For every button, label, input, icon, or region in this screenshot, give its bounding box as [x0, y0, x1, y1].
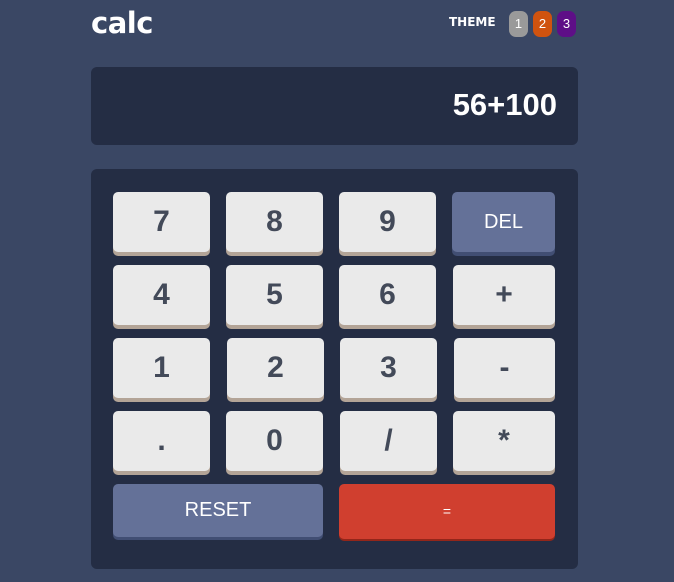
theme-3-button[interactable]: 3 [557, 11, 576, 37]
key-decimal[interactable]: . [113, 411, 210, 471]
reset-button[interactable]: RESET [113, 484, 323, 537]
display-value: 56+100 [452, 87, 557, 122]
key-2[interactable]: 2 [227, 338, 324, 398]
key-minus[interactable]: - [454, 338, 555, 398]
theme-2-button[interactable]: 2 [533, 11, 552, 37]
key-plus[interactable]: + [453, 265, 555, 325]
key-7[interactable]: 7 [113, 192, 210, 252]
key-divide[interactable]: / [340, 411, 437, 471]
calculator-app: calc THEME 1 2 3 56+100 7 8 9 DEL 4 5 6 … [0, 0, 674, 582]
key-5[interactable]: 5 [226, 265, 323, 325]
header: calc THEME 1 2 3 [91, 6, 578, 42]
key-multiply[interactable]: * [453, 411, 555, 471]
theme-label: THEME [449, 15, 496, 29]
key-0[interactable]: 0 [226, 411, 323, 471]
calculator-display: 56+100 [91, 67, 578, 145]
keypad: 7 8 9 DEL 4 5 6 + 1 2 3 - . 0 / * RESET … [91, 169, 578, 569]
key-3[interactable]: 3 [340, 338, 437, 398]
key-8[interactable]: 8 [226, 192, 323, 252]
key-1[interactable]: 1 [113, 338, 210, 398]
delete-button[interactable]: DEL [452, 192, 555, 252]
theme-1-button[interactable]: 1 [509, 11, 528, 37]
app-logo: calc [91, 6, 153, 40]
key-4[interactable]: 4 [113, 265, 210, 325]
key-6[interactable]: 6 [339, 265, 436, 325]
equals-button[interactable]: = [339, 484, 555, 539]
key-9[interactable]: 9 [339, 192, 436, 252]
